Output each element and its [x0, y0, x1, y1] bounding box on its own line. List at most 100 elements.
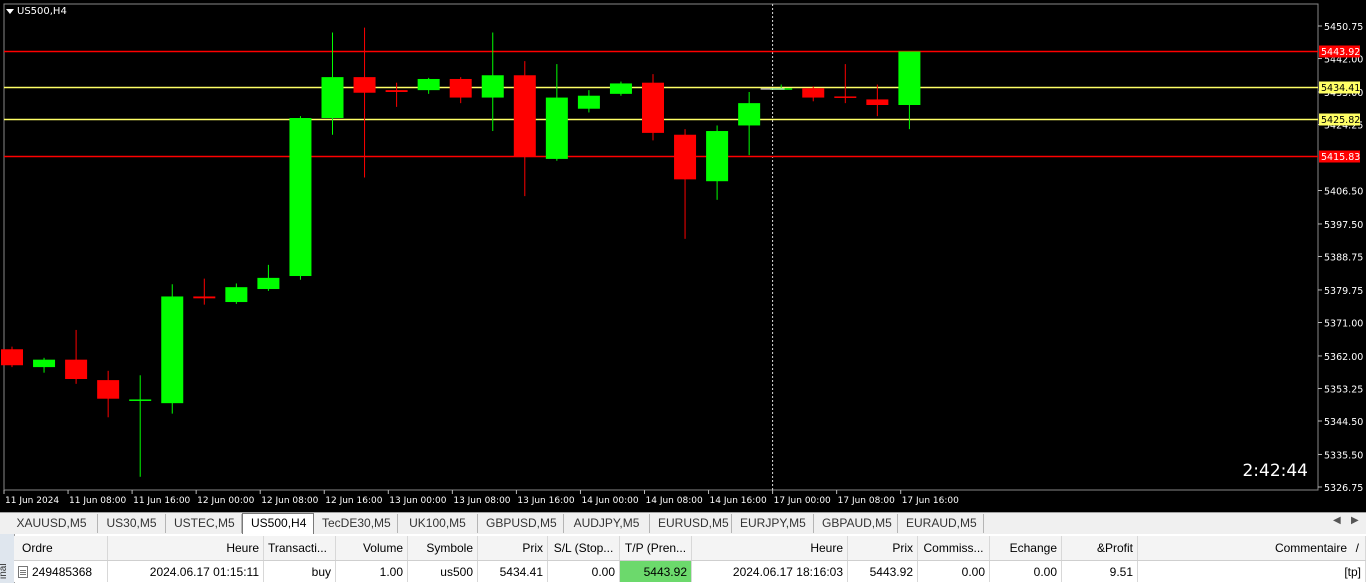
price-line-label: 5443.92	[1321, 47, 1360, 58]
candle-body	[449, 78, 472, 98]
x-tick-label: 11 Jun 2024	[5, 496, 59, 506]
tab-us30-m5[interactable]: US30,M5	[98, 514, 166, 533]
candle-body	[609, 83, 632, 94]
x-tick-label: 13 Jun 08:00	[453, 496, 510, 506]
table-cell: 1.00	[336, 561, 408, 582]
candle-body	[385, 90, 408, 92]
x-tick-label: 12 Jun 00:00	[197, 496, 254, 506]
table-cell: [tp]	[1138, 561, 1366, 582]
tab-euraud-m5[interactable]: EURAUD,M5	[898, 514, 984, 533]
candle-body	[289, 118, 312, 277]
column-header[interactable]: Echange	[990, 536, 1062, 560]
column-header[interactable]: T/P (Pren...	[620, 536, 692, 560]
table-cell: 0.00	[548, 561, 620, 582]
y-tick-label: 5371.00	[1324, 318, 1363, 329]
price-line-label: 5415.83	[1321, 152, 1360, 163]
tab-xauusd-m5[interactable]: XAUUSD,M5	[6, 514, 98, 533]
candle-body	[738, 103, 761, 126]
y-tick-label: 5335.50	[1324, 450, 1363, 461]
candle-body	[417, 78, 440, 91]
x-tick-label: 14 Jun 16:00	[710, 496, 767, 506]
y-tick-label: 5406.50	[1324, 187, 1363, 198]
column-header[interactable]: Prix	[478, 536, 548, 560]
terminal-header-row: Ordre Heure Transacti... Volume Symbole Prix S…	[14, 536, 1366, 561]
plot-frame	[3, 3, 1319, 491]
candle-body	[834, 96, 857, 98]
table-cell: 0.00	[990, 561, 1062, 582]
x-tick-label: 13 Jun 00:00	[389, 496, 446, 506]
candle-body	[577, 95, 600, 109]
tab-us500-h4[interactable]: US500,H4	[242, 513, 314, 535]
table-cell: 0.00	[918, 561, 990, 582]
column-header[interactable]: Ordre	[14, 536, 108, 560]
column-header[interactable]: Transacti...	[264, 536, 336, 560]
sort-marker-icon: /	[1355, 541, 1359, 555]
table-row[interactable]: 249485368 2024.06.17 01:15:11 buy 1.00 us500…	[14, 561, 1366, 582]
candle-body	[1, 349, 23, 366]
candle-body	[674, 134, 697, 180]
column-header[interactable]: Heure	[108, 536, 264, 560]
x-tick-label: 11 Jun 08:00	[69, 496, 126, 506]
terminal-panel: inal Ordre Heure Transacti... Volume Symbole…	[0, 534, 1366, 583]
column-header[interactable]: Commiss...	[918, 536, 990, 560]
y-tick-label: 5326.75	[1324, 483, 1363, 494]
candle-body	[898, 51, 921, 106]
table-cell: 5443.92	[620, 561, 692, 582]
x-tick-label: 14 Jun 08:00	[646, 496, 703, 506]
bar-countdown: 2:42:44	[1242, 461, 1308, 481]
column-header[interactable]: Heure	[692, 536, 848, 560]
y-tick-label: 5362.00	[1324, 352, 1363, 363]
column-header[interactable]: Symbole	[408, 536, 478, 560]
candle-body	[33, 359, 56, 368]
tab-gbpaud-m5[interactable]: GBPAUD,M5	[814, 514, 898, 533]
column-header[interactable]: Prix	[848, 536, 918, 560]
tab-scroll-left-icon[interactable]: ◀	[1333, 515, 1341, 526]
column-header[interactable]: Commentaire /	[1138, 536, 1366, 560]
tab-uk100-m5[interactable]: UK100,M5	[398, 514, 478, 533]
order-number: 249485368	[32, 564, 93, 579]
candle-body	[65, 359, 88, 379]
order-document-icon	[18, 565, 28, 578]
tab-gbpusd-m5[interactable]: GBPUSD,M5	[478, 514, 564, 533]
price-line-label: 5434.41	[1321, 83, 1360, 94]
candle-body	[513, 75, 536, 158]
tab-scroll-right-icon[interactable]: ▶	[1351, 515, 1359, 526]
y-tick-label: 5397.50	[1324, 220, 1363, 231]
candle-body	[161, 296, 184, 404]
terminal-side-tab[interactable]: inal	[0, 534, 15, 583]
candle-body	[706, 131, 729, 182]
y-tick-label: 5353.25	[1324, 384, 1363, 395]
tab-eurjpy-m5[interactable]: EURJPY,M5	[732, 514, 814, 533]
column-header[interactable]: S/L (Stop...	[548, 536, 620, 560]
symbol-label[interactable]: US500,H4	[6, 6, 67, 17]
price-line-label: 5425.82	[1321, 115, 1360, 126]
tab-eurusd-m5[interactable]: EURUSD,M5	[650, 514, 732, 533]
table-cell: 5443.92	[848, 561, 918, 582]
y-tick-label: 5344.50	[1324, 417, 1363, 428]
y-tick-label: 5450.75	[1324, 22, 1363, 33]
tab-tecde30-m5[interactable]: TecDE30,M5	[314, 514, 398, 533]
table-cell: us500	[408, 561, 478, 582]
x-tick-label: 17 Jun 08:00	[838, 496, 895, 506]
candle-body	[225, 287, 248, 303]
table-cell: buy	[264, 561, 336, 582]
candle-body	[257, 277, 280, 290]
dropdown-triangle-icon[interactable]	[6, 9, 14, 14]
candle-body	[481, 75, 504, 98]
candle-body	[353, 77, 376, 93]
candle-body	[193, 296, 216, 299]
symbol-label-text: US500,H4	[17, 6, 67, 17]
candle-body	[97, 380, 120, 399]
tab-audjpy-m5[interactable]: AUDJPY,M5	[564, 514, 650, 533]
price-chart[interactable]: US500,H4 5450.755442.005433.005424.25540…	[0, 0, 1366, 512]
candle-body	[129, 399, 152, 401]
x-tick-label: 12 Jun 08:00	[261, 496, 318, 506]
column-header[interactable]: &Profit	[1062, 536, 1138, 560]
chart-canvas[interactable]: 5450.755442.005433.005424.255406.505397.…	[0, 0, 1366, 512]
column-header[interactable]: Volume	[336, 536, 408, 560]
tab-ustec-m5[interactable]: USTEC,M5	[166, 514, 242, 533]
table-cell: 9.51	[1062, 561, 1138, 582]
x-tick-label: 14 Jun 00:00	[581, 496, 638, 506]
x-tick-label: 13 Jun 16:00	[517, 496, 574, 506]
candle-body	[802, 88, 825, 98]
